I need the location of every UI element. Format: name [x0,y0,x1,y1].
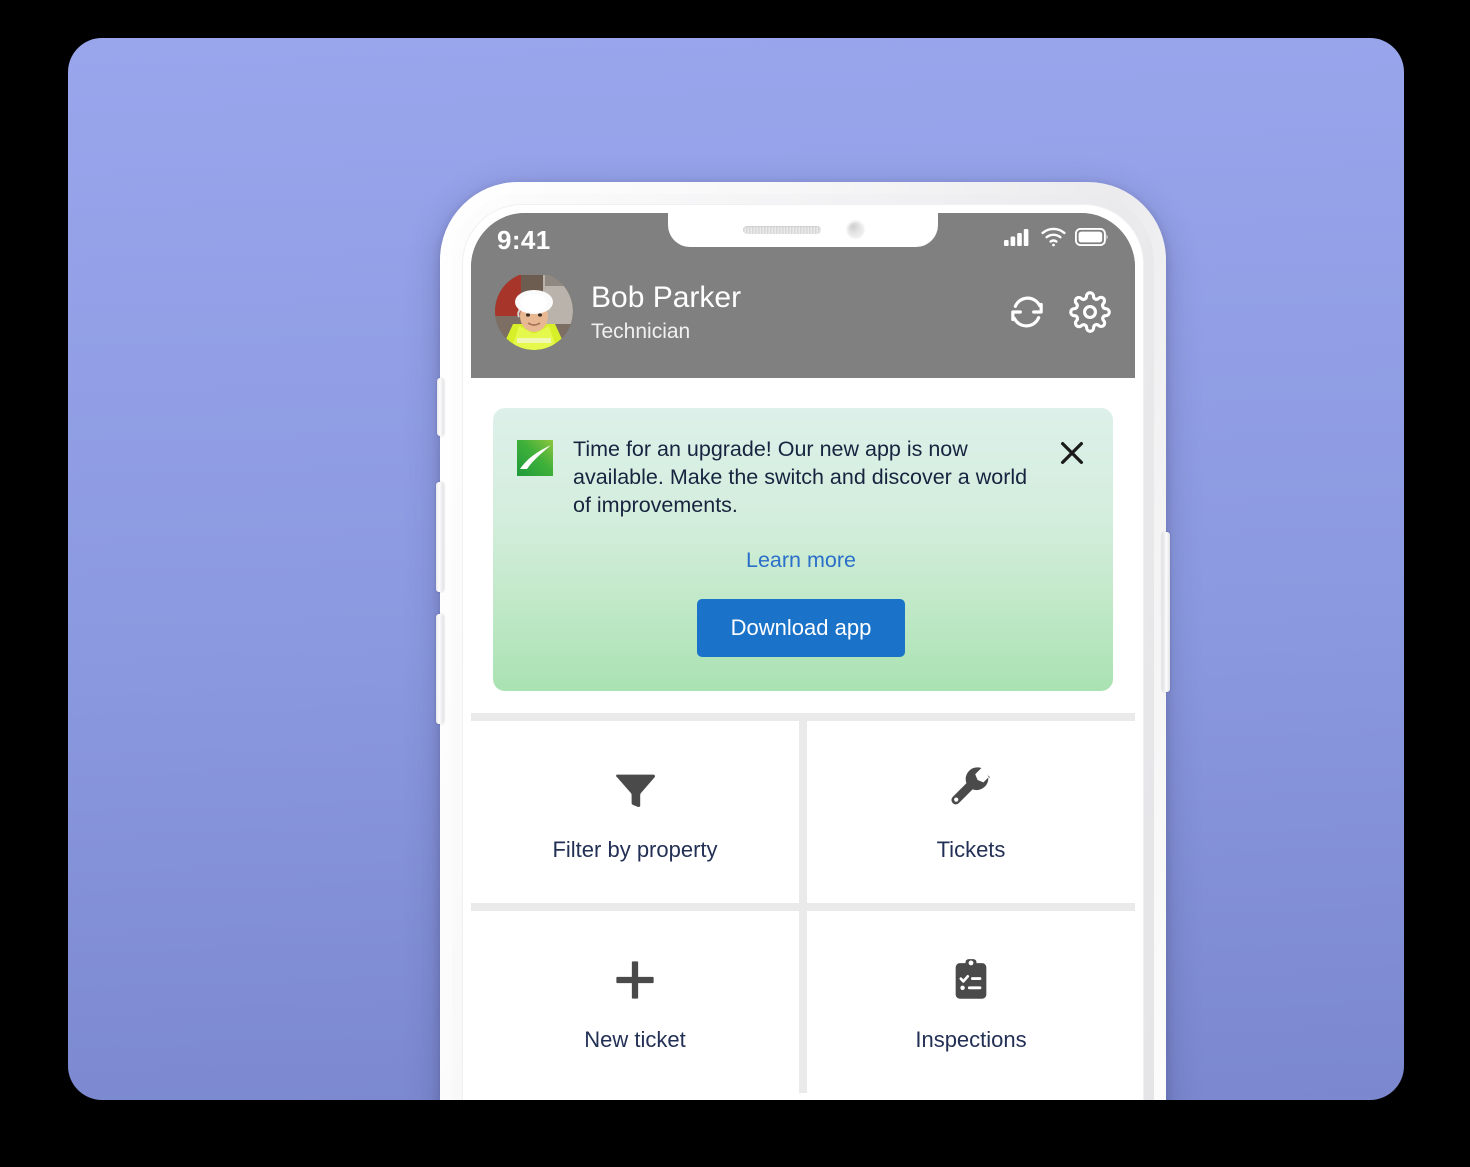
tile-label: Filter by property [552,836,718,862]
tile-inspections[interactable]: Inspections [807,910,1135,1093]
user-meta: Bob Parker Technician [591,281,1007,350]
phone-bezel: Bob Parker Technician 9:41 Time for an u… [462,204,1144,1100]
download-app-button[interactable]: Download app [696,598,906,657]
screenshot-canvas: Bob Parker Technician 9:41 Time for an u… [0,0,1470,1167]
user-name: Bob Parker [591,281,742,315]
clipboard-checklist-icon [948,951,994,1009]
banner-message: Time for an upgrade! Our new app is now … [573,437,1028,517]
speaker-grille-icon [742,225,821,234]
close-icon[interactable] [1057,438,1087,468]
close-glyph [1061,442,1083,464]
tile-new-ticket[interactable]: New ticket [471,910,799,1093]
avatar[interactable] [495,272,573,350]
funnel-glyph [616,774,656,807]
front-camera-icon [846,221,864,238]
user-role: Technician [591,319,691,343]
header-actions [1007,291,1111,350]
avatar-photo-icon [495,272,573,350]
volume-up-button[interactable] [436,482,444,592]
tile-filter-by-property[interactable]: Filter by property [471,720,799,903]
tile-label: New ticket [584,1026,686,1052]
status-icons [1004,227,1109,247]
tile-label: Inspections [915,1026,1027,1052]
sync-button[interactable] [1007,292,1047,337]
gear-icon [1069,291,1111,333]
clipboard-glyph [955,958,987,999]
plus-glyph [616,961,654,999]
volume-down-button[interactable] [436,614,444,724]
purple-backdrop: Bob Parker Technician 9:41 Time for an u… [68,38,1404,1100]
app-content: Time for an upgrade! Our new app is now … [471,378,1135,1100]
plus-icon [609,951,661,1009]
settings-button[interactable] [1069,291,1111,338]
app-logo-glyph [517,440,553,476]
tile-tickets[interactable]: Tickets [807,720,1135,903]
wifi-icon [1041,227,1066,247]
silent-switch[interactable] [437,378,444,436]
wrench-icon [947,761,995,819]
notch [668,213,938,247]
status-clock: 9:41 [497,225,551,255]
phone-screen: Bob Parker Technician 9:41 Time for an u… [471,213,1135,1100]
battery-full-icon [1075,228,1108,246]
app-logo-icon [515,438,555,478]
cellular-signal-icon [1004,229,1029,246]
learn-more-link[interactable]: Learn more [515,548,1087,573]
phone-device: Bob Parker Technician 9:41 Time for an u… [436,182,1170,1100]
funnel-filter-icon [610,761,660,819]
wrench-glyph [951,767,990,805]
upgrade-banner: Time for an upgrade! Our new app is now … [493,408,1113,691]
quick-actions-grid: Filter by property Tickets New ticket In… [471,712,1135,1093]
phone-inner-frame: Bob Parker Technician 9:41 Time for an u… [452,194,1154,1100]
power-button[interactable] [1162,532,1170,692]
download-button-wrap: Download app [515,598,1087,657]
tile-label: Tickets [936,836,1006,862]
banner-top-row: Time for an upgrade! Our new app is now … [515,436,1087,520]
sync-refresh-icon [1011,296,1043,328]
